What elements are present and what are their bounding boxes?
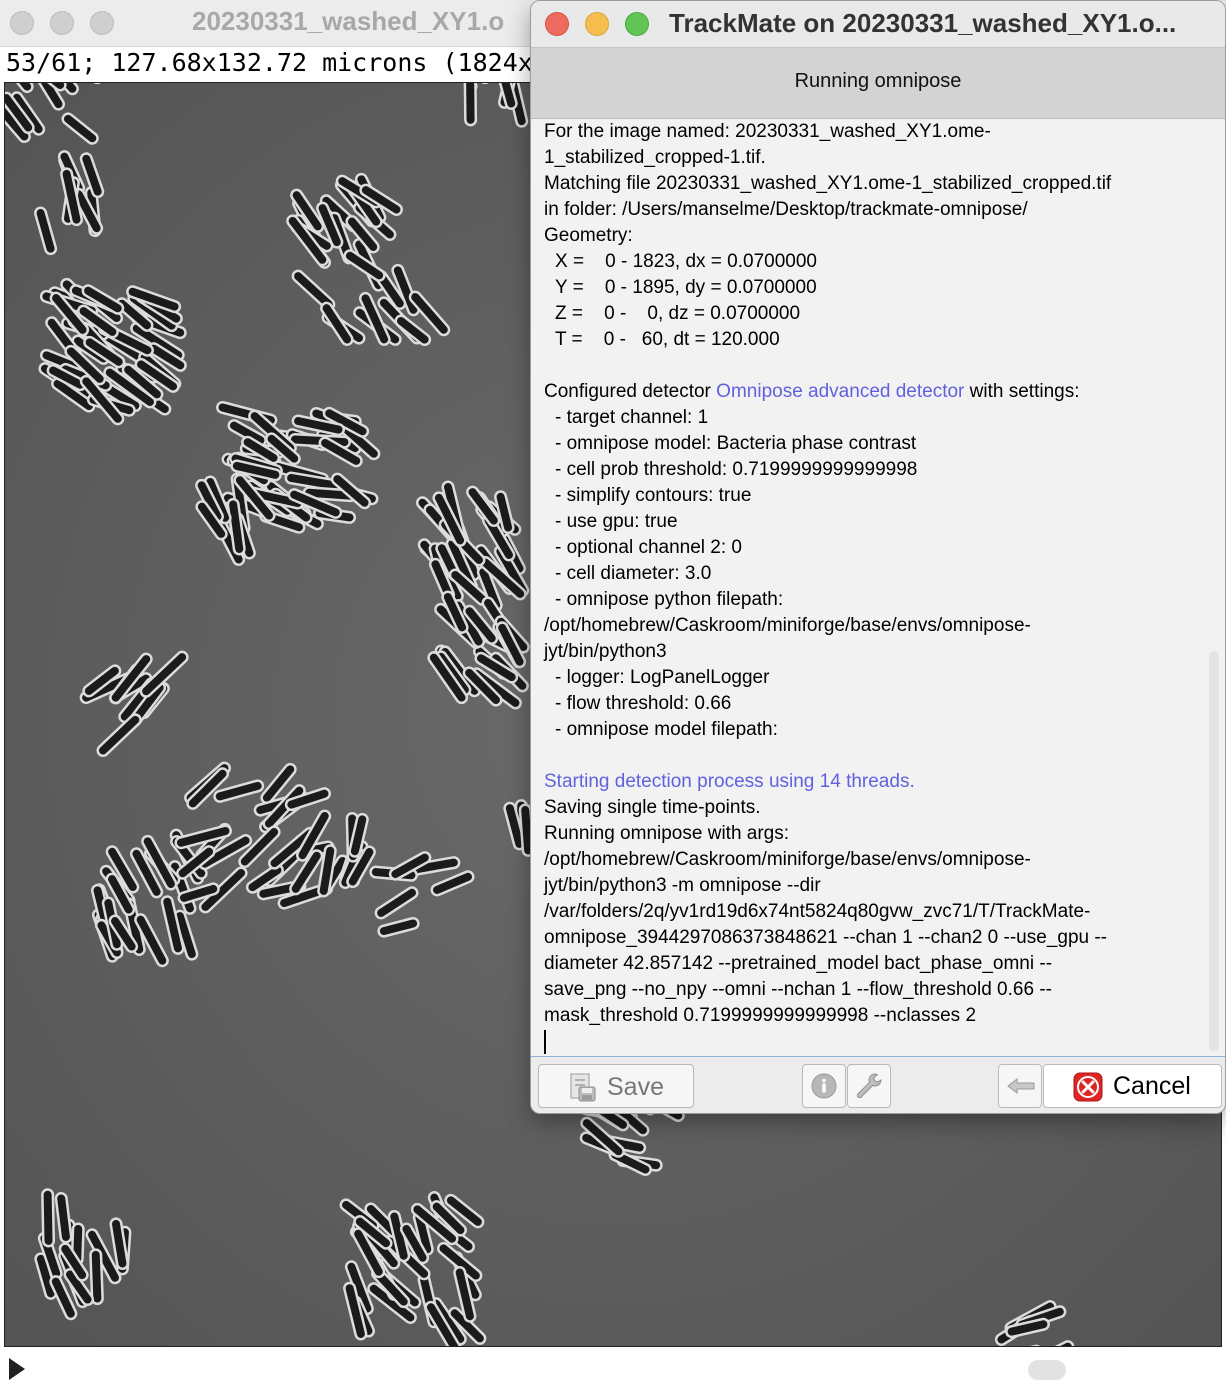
save-button-label: Save	[607, 1073, 664, 1101]
bacterium	[73, 1224, 83, 1264]
log-line: in folder: /Users/manselme/Desktop/track…	[544, 199, 1028, 220]
wrench-icon	[855, 1072, 883, 1105]
log-line: /opt/homebrew/Caskroom/miniforge/base/en…	[544, 615, 1031, 636]
log-line: - flow threshold: 0.66	[555, 693, 732, 714]
log-line: - omnipose python filepath:	[555, 589, 784, 610]
save-icon	[567, 1071, 599, 1108]
log-line-status: Starting detection process using 14 thre…	[544, 771, 915, 792]
log-line: - simplify contours: true	[555, 485, 752, 506]
log-line: - optional channel 2: 0	[555, 537, 742, 558]
log-text: For the image named: 20230331_washed_XY1…	[544, 119, 1204, 1029]
log-text-span: with settings:	[964, 381, 1080, 402]
log-panel[interactable]: For the image named: 20230331_washed_XY1…	[531, 119, 1225, 1057]
log-line: Matching file 20230331_washed_XY1.ome-1_…	[544, 173, 1112, 194]
log-line: X = 0 - 1823, dx = 0.0700000	[555, 251, 817, 272]
panel-title: Running omnipose	[794, 70, 962, 92]
dialog-header: Running omnipose	[531, 47, 1225, 119]
cancel-button[interactable]: Cancel	[1043, 1064, 1222, 1108]
log-line: Saving single time-points.	[544, 797, 761, 818]
log-line: - omnipose model: Bacteria phase contras…	[555, 433, 917, 454]
bacterium	[91, 1250, 102, 1303]
settings-button[interactable]	[847, 1064, 891, 1108]
log-line: omnipose_3944297086373848621 --chan 1 --…	[544, 927, 1108, 948]
log-line: Y = 0 - 1895, dy = 0.0700000	[555, 277, 817, 298]
previous-button[interactable]	[998, 1064, 1042, 1108]
cancel-button-label: Cancel	[1113, 1072, 1191, 1100]
log-blank-line	[544, 353, 1204, 379]
log-line: T = 0 - 60, dt = 120.000	[555, 329, 780, 350]
save-button[interactable]: Save	[538, 1064, 694, 1108]
log-scrollbar[interactable]	[1209, 651, 1219, 1051]
minimize-button[interactable]	[585, 12, 609, 36]
dialog-titlebar[interactable]: TrackMate on 20230331_washed_XY1.o...	[531, 1, 1225, 47]
bacterium	[57, 1194, 70, 1241]
close-button[interactable]	[545, 12, 569, 36]
log-line: - use gpu: true	[555, 511, 678, 532]
detector-link[interactable]: Omnipose advanced detector	[716, 381, 964, 402]
frame-scrollbar-thumb[interactable]	[1028, 1360, 1066, 1380]
log-line: - cell prob threshold: 0.719999999999999…	[555, 459, 918, 480]
bacterium	[521, 806, 533, 855]
image-info-label: 53/61; 127.68x132.72 microns (1824x18	[6, 48, 563, 77]
text-caret	[544, 1030, 546, 1054]
log-line: Z = 0 - 0, dz = 0.0700000	[555, 303, 801, 324]
log-text-span: Configured detector	[544, 381, 717, 402]
log-line: - omnipose model filepath:	[555, 719, 778, 740]
log-line: /opt/homebrew/Caskroom/miniforge/base/en…	[544, 849, 1031, 870]
zoom-button[interactable]	[625, 12, 649, 36]
log-line: Running omnipose with args:	[544, 823, 790, 844]
log-line: - target channel: 1	[555, 407, 709, 428]
image-window-title: 20230331_washed_XY1.o	[192, 6, 505, 36]
close-button-inactive[interactable]	[10, 11, 34, 35]
log-line: - cell diameter: 3.0	[555, 563, 712, 584]
log-line-detector: Configured detector Omnipose advanced de…	[544, 379, 1204, 405]
info-button[interactable]	[802, 1064, 846, 1108]
log-line: For the image named: 20230331_washed_XY1…	[544, 121, 991, 142]
log-line: diameter 42.857142 --pretrained_model ba…	[544, 953, 1053, 974]
cancel-icon	[1073, 1072, 1103, 1107]
log-line: save_png --no_npy --omni --nchan 1 --flo…	[544, 979, 1052, 1000]
zoom-button-inactive[interactable]	[90, 11, 114, 35]
back-arrow-icon	[1006, 1077, 1036, 1100]
info-icon	[811, 1073, 837, 1104]
log-line: - logger: LogPanelLogger	[555, 667, 770, 688]
play-icon[interactable]	[9, 1358, 25, 1380]
minimize-button-inactive[interactable]	[50, 11, 74, 35]
log-line: jyt/bin/python3	[544, 641, 667, 662]
log-line: Geometry:	[544, 225, 633, 246]
trackmate-dialog: TrackMate on 20230331_washed_XY1.o... Ru…	[530, 0, 1226, 1114]
log-line: 1_stabilized_cropped-1.tif.	[544, 147, 766, 168]
image-window-statusbar	[0, 1348, 1226, 1395]
log-blank-line	[544, 743, 1204, 769]
log-line: mask_threshold 0.7199999999999998 --ncla…	[544, 1005, 977, 1026]
bacterium	[43, 1190, 53, 1245]
log-line: jyt/bin/python3 -m omnipose --dir	[544, 875, 821, 896]
dialog-title: TrackMate on 20230331_washed_XY1.o...	[669, 8, 1177, 38]
log-line: /var/folders/2q/yv1rd19d6x74nt5824q80gvw…	[544, 901, 1091, 922]
